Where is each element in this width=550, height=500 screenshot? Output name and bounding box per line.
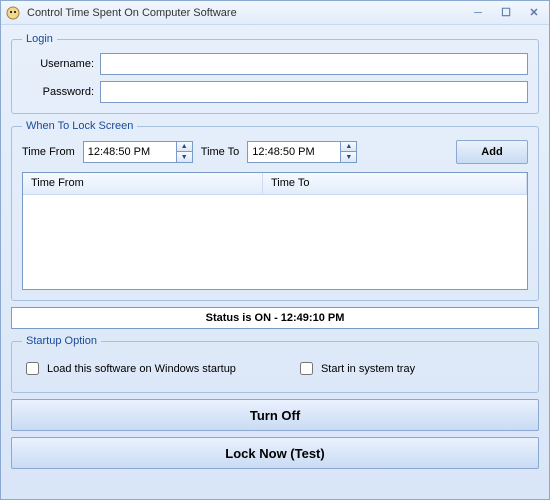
status-bar: Status is ON - 12:49:10 PM bbox=[11, 307, 539, 329]
startup-opt1[interactable]: Load this software on Windows startup bbox=[22, 359, 236, 378]
turn-off-button[interactable]: Turn Off bbox=[11, 399, 539, 431]
close-button[interactable]: ✕ bbox=[523, 5, 545, 21]
login-legend: Login bbox=[22, 33, 57, 45]
startup-opt2-label: Start in system tray bbox=[321, 363, 415, 375]
titlebar: Control Time Spent On Computer Software … bbox=[1, 1, 549, 25]
time-to-input[interactable] bbox=[248, 142, 340, 162]
col-time-from[interactable]: Time From bbox=[23, 173, 263, 194]
time-to-up-icon[interactable]: ▲ bbox=[340, 142, 356, 152]
startup-legend: Startup Option bbox=[22, 335, 101, 347]
time-to-spinner[interactable]: ▲ ▼ bbox=[247, 141, 357, 163]
time-from-label: Time From bbox=[22, 146, 75, 158]
add-button[interactable]: Add bbox=[456, 140, 528, 164]
content-area: Login Username: Password: When To Lock S… bbox=[1, 25, 549, 499]
app-window: Control Time Spent On Computer Software … bbox=[0, 0, 550, 500]
lockscreen-legend: When To Lock Screen bbox=[22, 120, 137, 132]
username-input[interactable] bbox=[100, 53, 528, 75]
login-group: Login Username: Password: bbox=[11, 33, 539, 114]
startup-opt1-label: Load this software on Windows startup bbox=[47, 363, 236, 375]
time-from-input[interactable] bbox=[84, 142, 176, 162]
password-label: Password: bbox=[22, 86, 94, 98]
password-input[interactable] bbox=[100, 81, 528, 103]
startup-opt2-checkbox[interactable] bbox=[300, 362, 313, 375]
list-header: Time From Time To bbox=[23, 173, 527, 195]
col-time-to[interactable]: Time To bbox=[263, 173, 527, 194]
window-title: Control Time Spent On Computer Software bbox=[27, 7, 467, 19]
startup-opt1-checkbox[interactable] bbox=[26, 362, 39, 375]
lock-now-button[interactable]: Lock Now (Test) bbox=[11, 437, 539, 469]
startup-group: Startup Option Load this software on Win… bbox=[11, 335, 539, 393]
time-from-up-icon[interactable]: ▲ bbox=[176, 142, 192, 152]
time-ranges-list[interactable]: Time From Time To bbox=[22, 172, 528, 290]
lockscreen-group: When To Lock Screen Time From ▲ ▼ Time T… bbox=[11, 120, 539, 301]
maximize-button[interactable]: ☐ bbox=[495, 5, 517, 21]
time-from-down-icon[interactable]: ▼ bbox=[176, 152, 192, 162]
app-icon bbox=[5, 5, 21, 21]
startup-opt2[interactable]: Start in system tray bbox=[296, 359, 415, 378]
time-to-label: Time To bbox=[201, 146, 240, 158]
minimize-button[interactable]: ─ bbox=[467, 5, 489, 21]
time-from-spinner[interactable]: ▲ ▼ bbox=[83, 141, 193, 163]
username-label: Username: bbox=[22, 58, 94, 70]
time-to-down-icon[interactable]: ▼ bbox=[340, 152, 356, 162]
